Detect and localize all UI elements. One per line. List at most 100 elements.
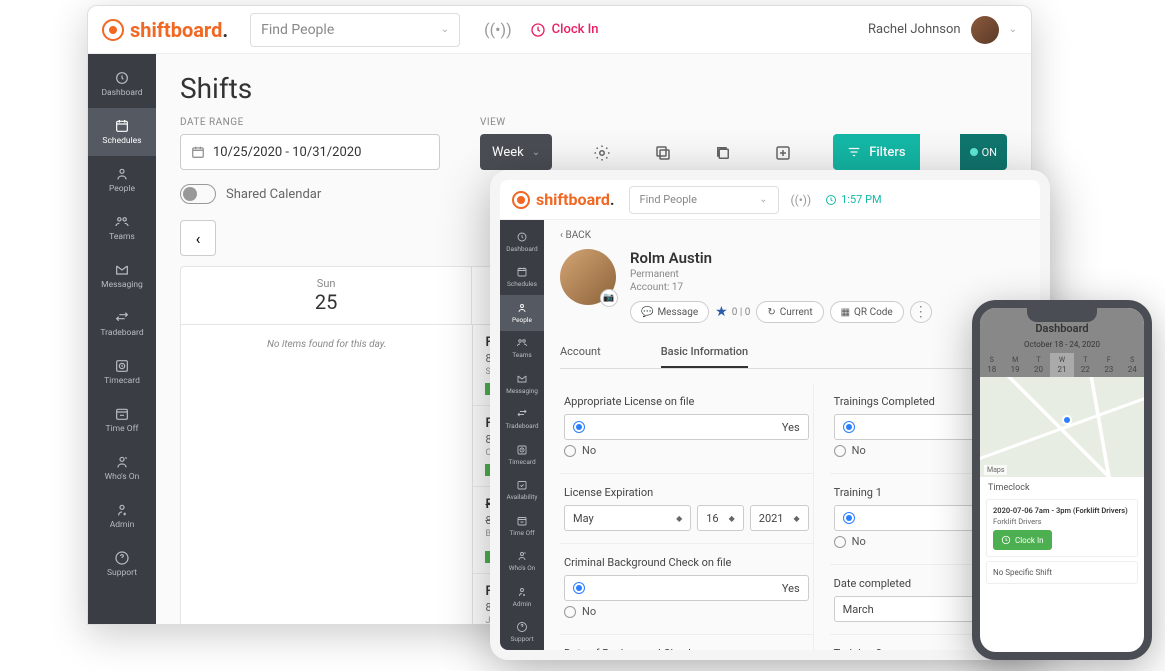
radio-no[interactable]: No	[564, 605, 809, 618]
maps-label: Maps	[984, 465, 1007, 475]
qrcode-button[interactable]: ▦ QR Code	[830, 301, 904, 323]
current-time: 1:57 PM	[825, 193, 881, 206]
tab-account[interactable]: Account	[560, 337, 601, 368]
clock-icon	[1001, 535, 1011, 545]
profile-account: Account: 17	[630, 282, 932, 293]
current-button[interactable]: ↻ Current	[756, 301, 823, 323]
view-select[interactable]: Week⌄	[480, 134, 552, 170]
sidebar: DashboardSchedulesPeopleTeamsMessagingTr…	[500, 220, 544, 650]
add-icon[interactable]	[773, 136, 793, 170]
day-select[interactable]: 16◆	[697, 505, 744, 531]
tablet-window: shiftboard. Find People⌄ ((•)) 1:57 PM D…	[490, 170, 1050, 660]
radio-no[interactable]: No	[564, 444, 809, 457]
clock-icon	[530, 22, 546, 38]
clock-in-button[interactable]: Clock In	[530, 22, 599, 38]
view-label: VIEW	[480, 117, 552, 128]
main-content: ‹ BACK 📷 Rolm Austin Permanent Account: …	[544, 220, 1040, 650]
phone-window: Dashboard October 18 - 24, 2020 S18M19T2…	[972, 300, 1152, 660]
no-items-text: No items found for this day.	[181, 325, 472, 364]
tablet-header: shiftboard. Find People⌄ ((•)) 1:57 PM	[500, 180, 1040, 220]
sidebar-item-support[interactable]: Support	[500, 615, 544, 651]
more-button[interactable]: ⋮	[910, 301, 932, 323]
star-icon: ★	[715, 304, 728, 320]
sidebar-item-messaging[interactable]: Messaging	[88, 252, 156, 300]
sidebar-item-timecard[interactable]: Timecard	[500, 437, 544, 473]
radio-yes[interactable]: Yes	[564, 575, 809, 601]
filter-icon	[847, 145, 861, 159]
weekday[interactable]: T20	[1027, 353, 1050, 377]
phone-date-range: October 18 - 24, 2020	[980, 338, 1144, 353]
prev-week-button[interactable]: ‹	[180, 220, 216, 256]
weekday[interactable]: W21	[1050, 353, 1073, 377]
chevron-down-icon: ⌄	[1009, 24, 1017, 35]
day-column: No items found for this day.	[181, 325, 473, 624]
sidebar-item-time-off[interactable]: Time Off	[500, 508, 544, 544]
day-header: Sun25	[181, 267, 472, 324]
sidebar-item-schedules[interactable]: Schedules	[500, 260, 544, 296]
find-people-select[interactable]: Find People⌄	[250, 13, 460, 47]
clock-in-button[interactable]: Clock In	[993, 530, 1052, 550]
message-button[interactable]: 💬 Message	[630, 301, 709, 323]
weekday[interactable]: S18	[980, 353, 1003, 377]
profile-status: Permanent	[630, 269, 932, 280]
sidebar-item-messaging[interactable]: Messaging	[500, 366, 544, 402]
sidebar-item-who-s-on[interactable]: Who's On	[500, 544, 544, 580]
tabs: Account Basic Information Qual	[560, 337, 1024, 369]
weekday[interactable]: S24	[1121, 353, 1144, 377]
sidebar-item-teams[interactable]: Teams	[88, 204, 156, 252]
chevron-down-icon: ⌄	[441, 24, 449, 35]
map-pin-icon	[1062, 415, 1072, 425]
week-bar: S18M19T20W21T22F23S24	[980, 353, 1144, 377]
weekday[interactable]: T22	[1074, 353, 1097, 377]
profile-photo: 📷	[560, 249, 616, 305]
year-select[interactable]: 2021◆	[750, 505, 809, 531]
filters-on-toggle[interactable]: ON	[960, 134, 1007, 170]
sidebar-item-admin[interactable]: Admin	[88, 492, 156, 540]
shift-title: 2020-07-06 7am - 3pm (Forklift Drivers)	[993, 506, 1131, 515]
radio-yes[interactable]: Yes	[564, 414, 809, 440]
map[interactable]: Maps	[980, 377, 1144, 477]
broadcast-icon[interactable]: ((•))	[484, 20, 512, 39]
copy-icon[interactable]	[652, 136, 672, 170]
sidebar-item-dashboard[interactable]: Dashboard	[88, 60, 156, 108]
daterange-input[interactable]: 10/25/2020 - 10/31/2020	[180, 134, 440, 170]
weekday[interactable]: F23	[1097, 353, 1120, 377]
sidebar-item-people[interactable]: People	[500, 295, 544, 331]
calendar-icon	[191, 145, 205, 159]
toggle-icon	[180, 184, 216, 204]
sidebar-item-who-s-on[interactable]: Who's On	[88, 444, 156, 492]
sidebar-item-support[interactable]: Support	[88, 540, 156, 588]
rating[interactable]: ★0 | 0	[715, 301, 750, 323]
month-select[interactable]: May◆	[564, 505, 691, 531]
sidebar-item-timecard[interactable]: Timecard	[88, 348, 156, 396]
back-button[interactable]: ‹ BACK	[560, 230, 1024, 241]
shift-card[interactable]: 2020-07-06 7am - 3pm (Forklift Drivers) …	[986, 499, 1138, 557]
desktop-header: shiftboard. Find People⌄ ((•)) Clock In …	[88, 6, 1031, 54]
sidebar-item-dashboard[interactable]: Dashboard	[500, 224, 544, 260]
settings-icon[interactable]	[592, 136, 612, 170]
sidebar-item-schedules[interactable]: Schedules	[88, 108, 156, 156]
field-label: License Expiration	[564, 486, 809, 499]
find-people-select[interactable]: Find People⌄	[629, 186, 779, 214]
broadcast-icon[interactable]: ((•))	[791, 193, 812, 207]
tab-basic-info[interactable]: Basic Information	[661, 337, 748, 368]
sidebar-item-availability[interactable]: Availability	[500, 473, 544, 509]
sidebar-item-tradeboard[interactable]: Tradeboard	[88, 300, 156, 348]
no-shift-card[interactable]: No Specific Shift	[986, 561, 1138, 584]
filters-button[interactable]: Filters	[833, 134, 919, 170]
clock-icon	[825, 194, 837, 206]
sidebar-item-people[interactable]: People	[88, 156, 156, 204]
sidebar-item-teams[interactable]: Teams	[500, 331, 544, 367]
sidebar-item-tradeboard[interactable]: Tradeboard	[500, 402, 544, 438]
logo: shiftboard.	[512, 190, 615, 209]
sidebar-item-admin[interactable]: Admin	[500, 579, 544, 615]
field-label: Date of Background Check	[564, 647, 809, 650]
camera-icon[interactable]: 📷	[600, 289, 618, 307]
timeclock-label: Timeclock	[980, 477, 1144, 495]
logo: shiftboard.	[102, 18, 228, 42]
duplicate-icon[interactable]	[713, 136, 733, 170]
sidebar-item-time-off[interactable]: Time Off	[88, 396, 156, 444]
user-menu[interactable]: Rachel Johnson ⌄	[868, 16, 1017, 44]
profile-name: Rolm Austin	[630, 249, 932, 267]
weekday[interactable]: M19	[1003, 353, 1026, 377]
